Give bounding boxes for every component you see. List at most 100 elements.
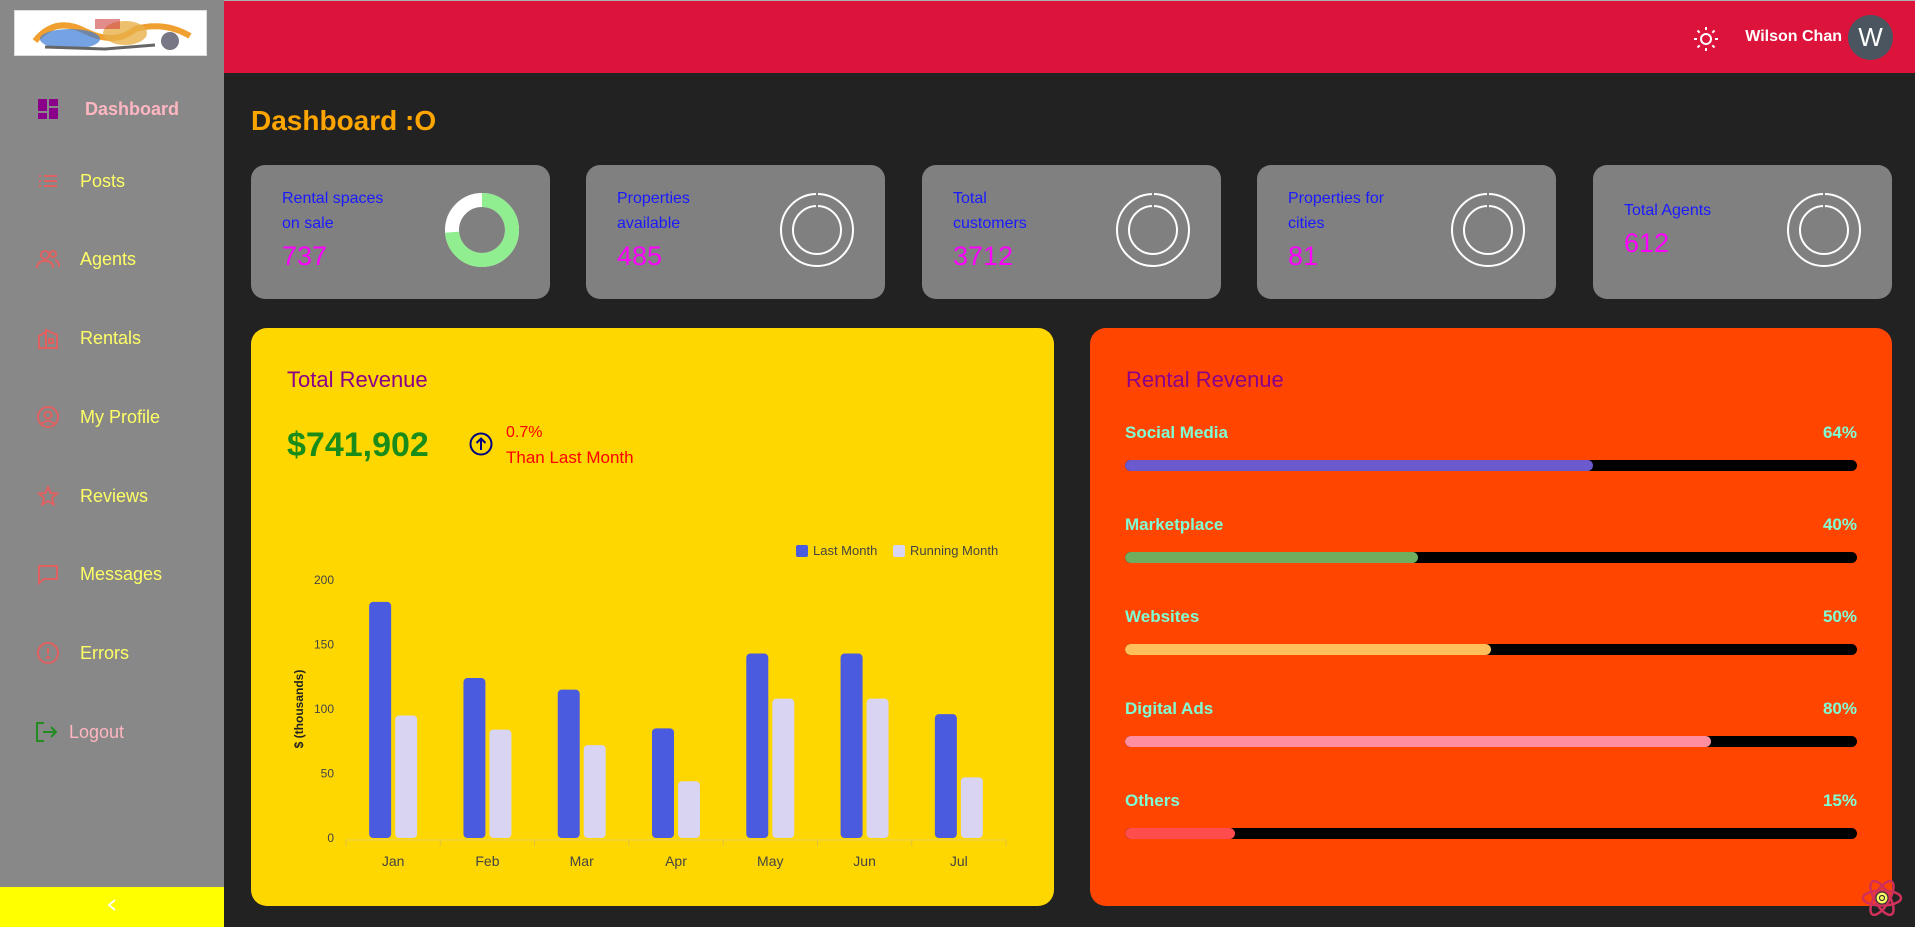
- y-tick-label: 200: [314, 573, 334, 587]
- stat-label: cities: [1288, 215, 1325, 232]
- x-tick-label: Jan: [382, 853, 405, 869]
- sidebar-item-posts[interactable]: Posts: [0, 159, 224, 203]
- sidebar-item-label: Messages: [80, 563, 163, 584]
- progress-ring: [1116, 193, 1190, 267]
- progress-fill: [1125, 736, 1711, 747]
- topbar: Wilson Chan W: [224, 0, 1915, 73]
- x-tick-label: Jul: [950, 853, 968, 869]
- legend-swatch: [893, 545, 905, 557]
- bar: [395, 715, 418, 838]
- sun-icon[interactable]: [1693, 26, 1719, 52]
- stat-card-total-agents: Total Agents 612: [1593, 165, 1892, 299]
- stat-card-properties-available: Properties available 485: [586, 165, 885, 299]
- y-tick-label: 0: [327, 831, 334, 845]
- sidebar-collapse-button[interactable]: [0, 887, 224, 927]
- stat-card-total-customers: Total customers 3712: [922, 165, 1221, 299]
- sidebar-item-agents[interactable]: Agents: [0, 237, 224, 281]
- sidebar-item-label: Rentals: [80, 327, 142, 348]
- total-revenue-card: Total Revenue $741,902 0.7% Than Last Mo…: [251, 328, 1054, 906]
- revenue-bar-chart: Last Month Running Month 0 50 100 150 200 $ (t…: [292, 543, 1007, 869]
- stat-label: Properties for: [1288, 190, 1385, 207]
- bar: [934, 714, 957, 838]
- progress-fill: [1125, 552, 1418, 563]
- progress-ring: [445, 193, 519, 267]
- source-name: Others: [1125, 791, 1180, 810]
- sidebar-item-dashboard[interactable]: Dashboard: [0, 87, 224, 131]
- bar: [866, 698, 889, 838]
- progress-track: [1125, 460, 1857, 471]
- stat-value: 737: [282, 241, 328, 271]
- source-percent: 15%: [1822, 791, 1857, 810]
- bar: [678, 781, 700, 838]
- progress-fill: [1125, 828, 1235, 839]
- progress-track: [1125, 828, 1857, 839]
- stat-label: on sale: [282, 215, 334, 232]
- stat-card-properties-for-cities: Properties for cities 81: [1257, 165, 1556, 299]
- revenue-amount: $741,902: [287, 426, 429, 464]
- legend-label: Running Month: [910, 543, 998, 558]
- change-percent: 0.7%: [506, 424, 543, 441]
- progress-fill: [1125, 644, 1491, 655]
- stat-label: customers: [953, 215, 1027, 232]
- y-tick-label: 100: [314, 702, 334, 716]
- source-others: Others 15%: [1125, 791, 1857, 851]
- source-percent: 50%: [1822, 607, 1857, 626]
- legend-swatch: [796, 545, 808, 557]
- progress-ring: [1787, 193, 1861, 267]
- y-tick-label: 50: [321, 767, 335, 781]
- bar: [840, 653, 863, 838]
- list-icon: [36, 169, 60, 193]
- sidebar-item-label: Reviews: [80, 485, 149, 506]
- card-title: Rental Revenue: [1126, 367, 1284, 392]
- avatar[interactable]: W: [1848, 15, 1893, 60]
- sidebar-item-logout[interactable]: Logout: [0, 710, 224, 754]
- bar: [369, 601, 392, 838]
- sidebar-item-my-profile[interactable]: My Profile: [0, 395, 224, 439]
- page-title: Dashboard :O: [251, 105, 437, 136]
- chart-bars: [369, 601, 983, 838]
- stat-card-rental-spaces: Rental spaces on sale 737: [251, 165, 550, 299]
- sidebar-item-label: My Profile: [80, 406, 161, 427]
- source-digital-ads: Digital Ads 80%: [1125, 699, 1857, 759]
- bar: [772, 698, 795, 838]
- chart-legend: Last Month Running Month: [796, 543, 998, 558]
- y-axis: 0 50 100 150 200 $ (thousands): [292, 573, 334, 845]
- x-axis: Jan Feb Mar Apr May Jun Jul: [345, 839, 1007, 869]
- legend-label: Last Month: [813, 543, 877, 558]
- card-title: Total Revenue: [287, 367, 428, 392]
- sidebar-item-label: Agents: [80, 248, 137, 269]
- source-name: Marketplace: [1125, 515, 1224, 534]
- stat-value: 81: [1288, 241, 1319, 271]
- stat-label: Total Agents: [1624, 202, 1712, 219]
- source-name: Digital Ads: [1125, 699, 1214, 718]
- progress-track: [1125, 736, 1857, 747]
- progress-track: [1125, 644, 1857, 655]
- react-logo-icon[interactable]: [1860, 876, 1904, 920]
- people-icon: [36, 247, 60, 271]
- sidebar-item-rentals[interactable]: Rentals: [0, 316, 224, 360]
- x-tick-label: Mar: [570, 853, 594, 869]
- sidebar-item-reviews[interactable]: Reviews: [0, 474, 224, 518]
- user-circle-icon: [36, 405, 60, 429]
- logout-icon: [34, 720, 58, 744]
- sidebar: Dashboard Posts Agents Rentals My Profil…: [0, 0, 224, 927]
- x-tick-label: Feb: [475, 853, 499, 869]
- stat-label: available: [617, 215, 681, 232]
- stat-label: Properties: [617, 190, 690, 207]
- progress-ring: [1451, 193, 1525, 267]
- progress-ring: [780, 193, 854, 267]
- change-note: Than Last Month: [506, 448, 634, 467]
- x-tick-label: Apr: [665, 853, 687, 869]
- sidebar-item-messages[interactable]: Messages: [0, 552, 224, 596]
- source-name: Social Media: [1125, 423, 1228, 442]
- sidebar-item-errors[interactable]: Errors: [0, 631, 224, 675]
- stat-label: Total: [953, 190, 987, 207]
- sidebar-item-label: Errors: [80, 642, 129, 663]
- source-websites: Websites 50%: [1125, 607, 1857, 667]
- x-tick-label: Jun: [853, 853, 876, 869]
- x-tick-label: May: [757, 853, 783, 869]
- app-logo[interactable]: [14, 10, 207, 56]
- bar: [463, 678, 486, 838]
- building-icon: [36, 326, 60, 350]
- user-name[interactable]: Wilson Chan: [1745, 28, 1842, 46]
